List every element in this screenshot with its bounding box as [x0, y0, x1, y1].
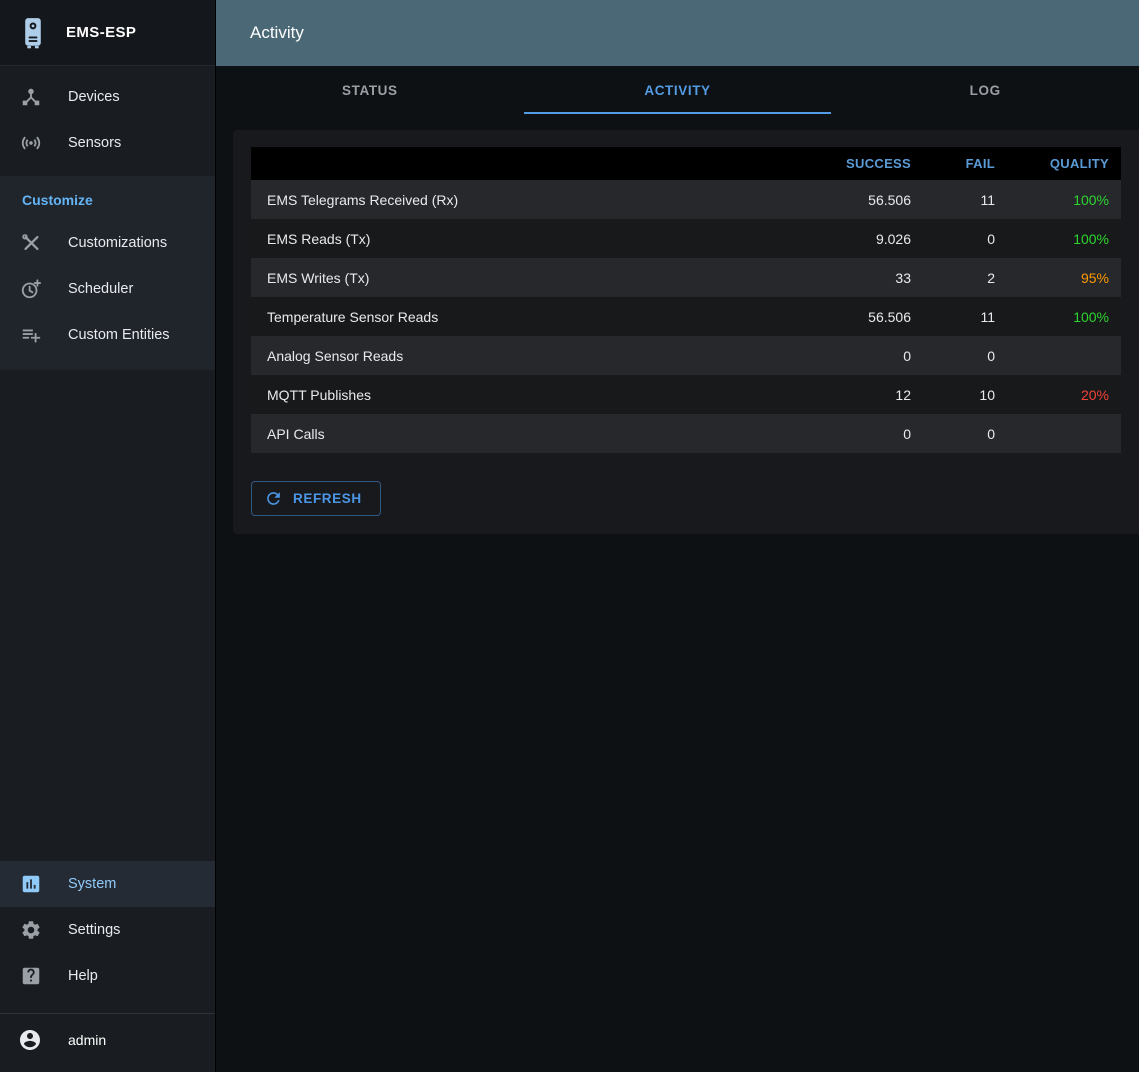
sidebar-item-label: Settings [68, 922, 120, 938]
metric-name: Analog Sensor Reads [251, 348, 815, 364]
metric-success: 33 [815, 270, 927, 286]
ems-esp-logo-icon [16, 16, 50, 50]
metric-name: API Calls [251, 426, 815, 442]
table-row: EMS Reads (Tx) 9.026 0 100% [251, 219, 1121, 258]
table-header-row: SUCCESS FAIL QUALITY [251, 147, 1121, 180]
metric-quality: 100% [1011, 231, 1121, 247]
sidebar-bottom-nav: System Settings Help [0, 861, 215, 999]
sidebar-item-custom-entities[interactable]: Custom Entities [0, 312, 215, 358]
metric-fail: 11 [927, 309, 1011, 325]
table-row: API Calls 0 0 [251, 414, 1121, 453]
sidebar-item-label: Customizations [68, 235, 167, 251]
table-row: EMS Writes (Tx) 33 2 95% [251, 258, 1121, 297]
header-fail: FAIL [927, 156, 1011, 171]
sidebar-item-customizations[interactable]: Customizations [0, 220, 215, 266]
activity-table: SUCCESS FAIL QUALITY EMS Telegrams Recei… [251, 147, 1121, 453]
metric-name: EMS Reads (Tx) [251, 231, 815, 247]
metric-success: 9.026 [815, 231, 927, 247]
sidebar-header: EMS-ESP [0, 0, 215, 66]
appbar: Activity [216, 0, 1139, 66]
header-quality: QUALITY [1011, 156, 1121, 171]
sensors-icon [20, 132, 42, 154]
tab-panel-activity: SUCCESS FAIL QUALITY EMS Telegrams Recei… [216, 114, 1139, 1072]
sidebar-item-label: Scheduler [68, 281, 133, 297]
help-icon [20, 965, 42, 987]
metric-name: EMS Telegrams Received (Rx) [251, 192, 815, 208]
table-row: Analog Sensor Reads 0 0 [251, 336, 1121, 375]
sidebar-item-label: System [68, 876, 116, 892]
metric-fail: 0 [927, 231, 1011, 247]
metric-fail: 0 [927, 348, 1011, 364]
table-row: MQTT Publishes 12 10 20% [251, 375, 1121, 414]
metric-success: 12 [815, 387, 927, 403]
sidebar-item-sensors[interactable]: Sensors [0, 120, 215, 166]
metric-quality: 100% [1011, 309, 1121, 325]
activity-card: SUCCESS FAIL QUALITY EMS Telegrams Recei… [233, 130, 1139, 534]
sidebar-customize-section: Customize Customizations [0, 176, 215, 370]
sidebar-item-help[interactable]: Help [0, 953, 215, 999]
app-root: EMS-ESP Devices Sensors Customize [0, 0, 1139, 1072]
metric-fail: 10 [927, 387, 1011, 403]
tab-activity[interactable]: ACTIVITY [524, 66, 832, 114]
sidebar-main-nav: Devices Sensors [0, 66, 215, 166]
sidebar-item-devices[interactable]: Devices [0, 74, 215, 120]
header-success: SUCCESS [815, 156, 927, 171]
user-name: admin [68, 1032, 106, 1048]
page-title: Activity [250, 23, 304, 43]
refresh-button-label: REFRESH [293, 491, 362, 506]
metric-quality: 95% [1011, 270, 1121, 286]
sidebar-item-system[interactable]: System [0, 861, 215, 907]
sidebar-item-label: Devices [68, 89, 120, 105]
metric-quality: 100% [1011, 192, 1121, 208]
metric-success: 56.506 [815, 192, 927, 208]
metric-name: EMS Writes (Tx) [251, 270, 815, 286]
main-area: Activity STATUS ACTIVITY LOG SUCCESS FAI… [216, 0, 1139, 1072]
customize-section-label: Customize [0, 192, 215, 220]
metric-name: MQTT Publishes [251, 387, 815, 403]
sidebar-item-settings[interactable]: Settings [0, 907, 215, 953]
table-row: EMS Telegrams Received (Rx) 56.506 11 10… [251, 180, 1121, 219]
sidebar-item-label: Help [68, 968, 98, 984]
account-circle-icon [18, 1028, 42, 1052]
metric-name: Temperature Sensor Reads [251, 309, 815, 325]
refresh-icon [264, 489, 283, 508]
metric-fail: 0 [927, 426, 1011, 442]
tab-bar: STATUS ACTIVITY LOG [216, 66, 1139, 114]
gear-icon [20, 919, 42, 941]
user-menu[interactable]: admin [0, 1014, 215, 1072]
metric-quality: 20% [1011, 387, 1121, 403]
sidebar-spacer [0, 370, 215, 861]
tab-log[interactable]: LOG [831, 66, 1139, 114]
playlist-add-icon [20, 324, 42, 346]
more-time-icon [20, 278, 42, 300]
sidebar-item-label: Sensors [68, 135, 121, 151]
assessment-icon [20, 873, 42, 895]
metric-fail: 11 [927, 192, 1011, 208]
device-hub-icon [20, 86, 42, 108]
metric-success: 0 [815, 426, 927, 442]
refresh-button[interactable]: REFRESH [251, 481, 381, 516]
table-row: Temperature Sensor Reads 56.506 11 100% [251, 297, 1121, 336]
metric-fail: 2 [927, 270, 1011, 286]
metric-success: 56.506 [815, 309, 927, 325]
construction-icon [20, 232, 42, 254]
app-title: EMS-ESP [66, 24, 136, 41]
tab-status[interactable]: STATUS [216, 66, 524, 114]
sidebar-item-scheduler[interactable]: Scheduler [0, 266, 215, 312]
metric-success: 0 [815, 348, 927, 364]
sidebar-item-label: Custom Entities [68, 327, 170, 343]
sidebar: EMS-ESP Devices Sensors Customize [0, 0, 216, 1072]
